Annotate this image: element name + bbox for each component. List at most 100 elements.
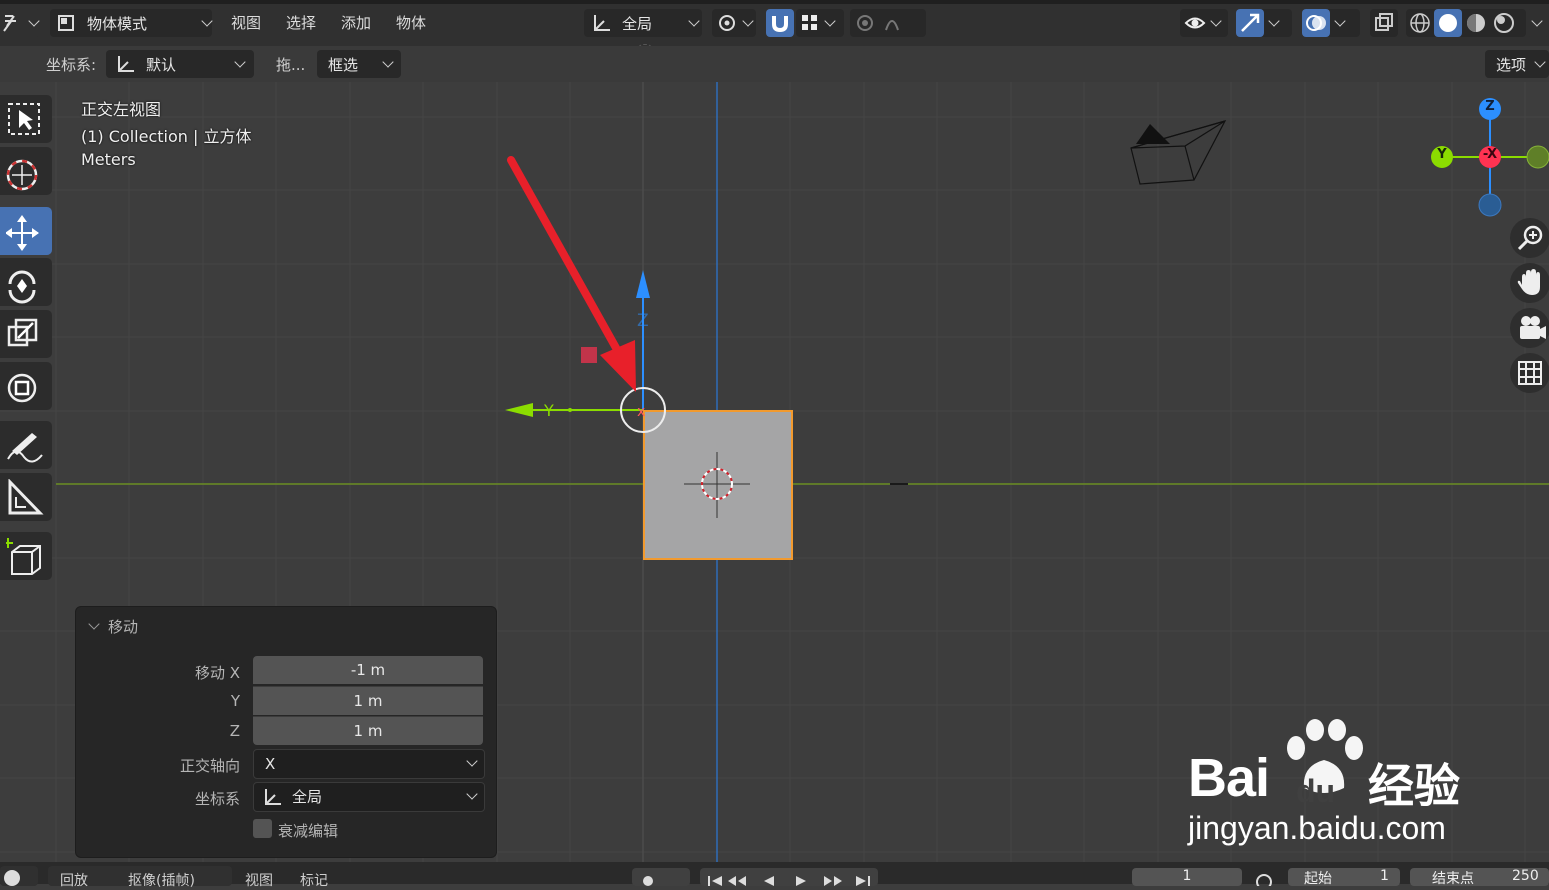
playback-controls[interactable]: [700, 868, 878, 886]
mode-dropdown[interactable]: 物体模式: [50, 9, 213, 37]
last-operation-panel: 移动 移动 X -1 m Y 1 m Z 1 m 正交轴向 X 坐标系 全局 衰…: [75, 606, 497, 858]
camera-view-button[interactable]: [1510, 308, 1549, 348]
xray-toggle[interactable]: [1370, 9, 1398, 37]
orientation-label: 坐标系: [194, 790, 240, 808]
hand-icon: [1517, 269, 1540, 295]
select-mode-label: 框选: [328, 55, 359, 74]
annotate-icon: [7, 433, 43, 463]
scale-tool[interactable]: [0, 310, 52, 358]
options-dropdown[interactable]: 选项: [1485, 50, 1549, 78]
magnet-icon: [772, 16, 788, 33]
visibility-dropdown[interactable]: [1180, 9, 1228, 37]
menu-add[interactable]: 添加: [341, 12, 371, 33]
zoom-button[interactable]: [1510, 218, 1549, 258]
top-border: [0, 0, 1549, 4]
add-cube-icon: [6, 538, 41, 575]
panel-header[interactable]: 移动: [88, 616, 138, 637]
move-y-field[interactable]: 1 m: [253, 686, 483, 715]
menu-marker[interactable]: 标记: [300, 870, 328, 890]
watermark-brand-b: du: [1296, 773, 1336, 809]
timeline-editor-button[interactable]: [0, 866, 38, 886]
menu-playback[interactable]: 回放: [60, 870, 88, 890]
select-box-icon: [8, 103, 40, 135]
proportional-edit-dropdown[interactable]: [850, 9, 926, 37]
orientation-axes-icon: [594, 15, 610, 31]
collapse-chevron-icon: [88, 617, 100, 630]
gizmo-z[interactable]: Z: [1482, 99, 1498, 114]
end-frame-field[interactable]: 结束点 250: [1410, 868, 1549, 887]
watermark-brand-a: Bai: [1188, 748, 1270, 808]
cursor-icon: [6, 159, 38, 191]
shading-buttons[interactable]: [1406, 9, 1526, 37]
orientation-value: 全局: [292, 788, 323, 806]
playback-icons: [708, 876, 870, 886]
pan-button[interactable]: [1510, 263, 1549, 303]
svg-text:x: x: [637, 404, 645, 420]
overlays-dropdown[interactable]: [1302, 9, 1360, 37]
move-z-field[interactable]: 1 m: [253, 716, 483, 745]
gizmo-toggle-icon: [1241, 13, 1260, 32]
preview-range-toggle[interactable]: [1252, 868, 1280, 890]
editor-type-button[interactable]: [0, 9, 40, 37]
rendered-shading-icon[interactable]: [1490, 9, 1518, 37]
object-origin-icon: [684, 452, 750, 518]
proportional-label: 衰减编辑: [278, 822, 339, 840]
proportional-checkbox[interactable]: [253, 819, 272, 838]
measure-tool[interactable]: [0, 473, 52, 521]
move-x-label: 移动 X: [194, 664, 240, 682]
zoom-icon: [1517, 225, 1543, 251]
menu-keying[interactable]: 抠像(插帧): [128, 870, 195, 890]
menu-view[interactable]: 视图: [231, 12, 261, 33]
shading-options-dropdown[interactable]: [1527, 9, 1549, 37]
gizmo-y[interactable]: Y: [1434, 147, 1450, 162]
menu-object[interactable]: 物体: [396, 12, 426, 33]
overlays-icon: [1306, 15, 1326, 31]
select-box-tool[interactable]: [0, 95, 52, 143]
rotate-icon: [8, 270, 36, 304]
add-cube-tool[interactable]: [0, 532, 52, 580]
pivot-dropdown[interactable]: [712, 9, 756, 37]
move-y-label: Y: [230, 692, 240, 710]
xray-icon: [1375, 13, 1393, 31]
solid-shading-icon[interactable]: [1434, 9, 1462, 37]
transform-tool[interactable]: [0, 362, 52, 410]
transform-icon: [7, 373, 37, 403]
coord-value: 默认: [146, 55, 177, 74]
proportional-icon: [857, 15, 899, 31]
select-mode-dropdown[interactable]: 框选: [317, 50, 401, 78]
snap-grid-icon: [802, 15, 817, 30]
autokey-toggle[interactable]: [632, 868, 690, 886]
gizmo-neg-x[interactable]: -X: [1478, 147, 1502, 162]
snap-target-dropdown[interactable]: [796, 9, 844, 37]
menu-timeline-view[interactable]: 视图: [245, 870, 273, 890]
move-icon: [6, 215, 39, 251]
pivot-icon: [719, 15, 735, 31]
scale-icon: [7, 318, 38, 347]
annotate-tool[interactable]: [0, 421, 52, 469]
drag-label[interactable]: 拖...: [276, 54, 305, 75]
ortho-axis-dropdown[interactable]: X: [253, 749, 485, 779]
move-x-field[interactable]: -1 m: [253, 656, 483, 684]
coord-axes-icon: [118, 56, 134, 72]
move-tool[interactable]: [0, 207, 52, 255]
orientation-dropdown[interactable]: 全局: [253, 782, 485, 812]
camera-object[interactable]: [1128, 118, 1230, 188]
transform-orientation-dropdown[interactable]: 全局: [584, 9, 702, 37]
rotate-tool[interactable]: [0, 258, 52, 306]
ortho-toggle-button[interactable]: [1510, 353, 1549, 393]
menu-select[interactable]: 选择: [286, 12, 316, 33]
coord-dropdown[interactable]: 默认: [106, 50, 254, 78]
grid-icon: [1518, 361, 1542, 385]
wireframe-shading-icon[interactable]: [1406, 9, 1434, 37]
gizmo-dropdown[interactable]: [1236, 9, 1292, 37]
toolbar: [0, 95, 54, 585]
cursor-tool[interactable]: [0, 147, 52, 195]
options-label: 选项: [1496, 55, 1527, 74]
editor-type-icon: [3, 15, 16, 32]
ortho-axis-value: X: [265, 755, 276, 773]
snap-toggle[interactable]: [766, 9, 794, 37]
end-label: 结束点: [1432, 871, 1474, 887]
start-frame-field[interactable]: 起始 1: [1288, 868, 1400, 887]
material-shading-icon[interactable]: [1462, 9, 1490, 37]
current-frame-field[interactable]: 1: [1132, 868, 1242, 886]
